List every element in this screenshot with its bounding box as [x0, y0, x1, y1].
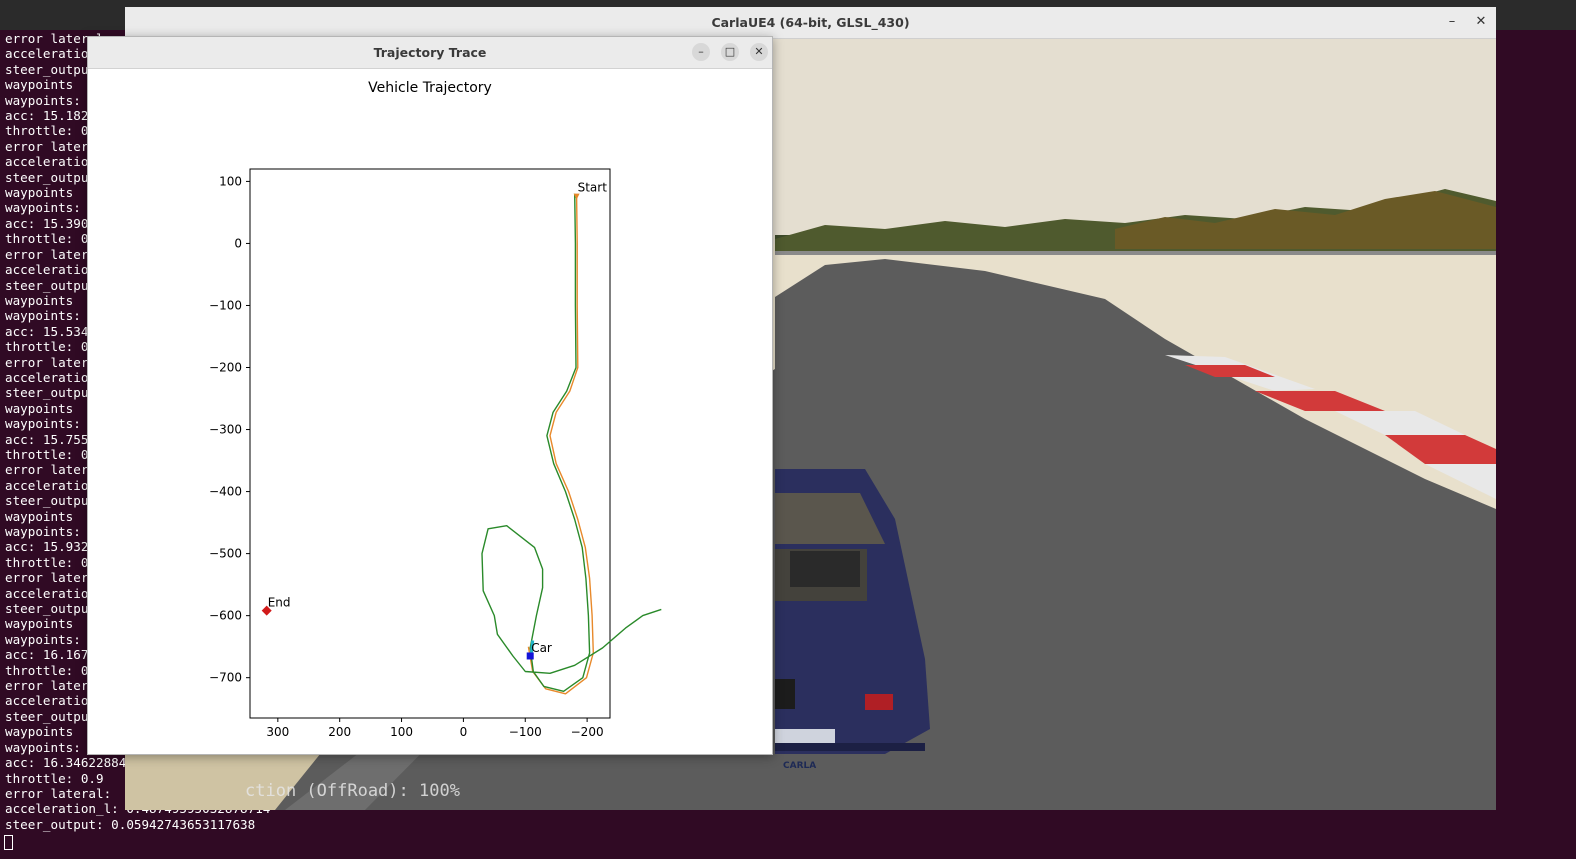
- trajectory-window-title: Trajectory Trace: [373, 45, 487, 60]
- chart-title: Vehicle Trajectory: [368, 80, 492, 96]
- carla-titlebar[interactable]: CarlaUE4 (64-bit, GLSL_430) – ✕: [125, 7, 1496, 39]
- x-tick-label: −200: [571, 725, 604, 739]
- carla-window-title: CarlaUE4 (64-bit, GLSL_430): [711, 15, 910, 30]
- y-tick-label: 100: [219, 174, 242, 188]
- x-tick-label: −100: [509, 725, 542, 739]
- carla-minimize-button[interactable]: –: [1443, 13, 1461, 31]
- x-tick-label: 100: [390, 725, 413, 739]
- carla-close-button[interactable]: ✕: [1472, 13, 1490, 31]
- y-tick-label: −100: [209, 298, 242, 312]
- x-tick-label: 0: [460, 725, 468, 739]
- plot-series: [481, 193, 662, 695]
- terminal-line: steer_output: 0.05942743653117638: [5, 816, 256, 832]
- trajectory-maximize-button[interactable]: □: [721, 43, 739, 61]
- license-plate-text: CARLA: [783, 761, 817, 771]
- x-tick-label: 200: [328, 725, 351, 739]
- y-tick-label: −700: [209, 671, 242, 685]
- y-tick-label: −500: [209, 547, 242, 561]
- x-tick-label: 300: [266, 725, 289, 739]
- actual-path-line: [481, 193, 662, 692]
- reference-path-line: [527, 195, 594, 695]
- y-tick-label: −400: [209, 485, 242, 499]
- trajectory-minimize-button[interactable]: –: [692, 43, 710, 61]
- y-tick-label: −200: [209, 361, 242, 375]
- marker-label: Car: [531, 641, 552, 655]
- trajectory-plot: Vehicle Trajectory 300 200 100 0 −100 −200 100…: [209, 80, 662, 739]
- y-tick-label: −600: [209, 609, 242, 623]
- marker-label: Start: [578, 181, 608, 195]
- hud-status-text: ction (OffRoad): 100%: [245, 781, 460, 801]
- terminal-cursor: [4, 835, 13, 850]
- plot-markers: Start End Car: [261, 181, 608, 660]
- trajectory-close-button[interactable]: ✕: [750, 43, 768, 61]
- marker-label: End: [268, 596, 291, 610]
- y-tick-label: 0: [234, 236, 242, 250]
- trajectory-titlebar[interactable]: Trajectory Trace – □ ✕: [88, 37, 772, 69]
- trajectory-trace-window[interactable]: Trajectory Trace – □ ✕ Vehicle Trajector…: [87, 36, 773, 755]
- y-tick-label: −300: [209, 423, 242, 437]
- plot-frame: [249, 168, 611, 719]
